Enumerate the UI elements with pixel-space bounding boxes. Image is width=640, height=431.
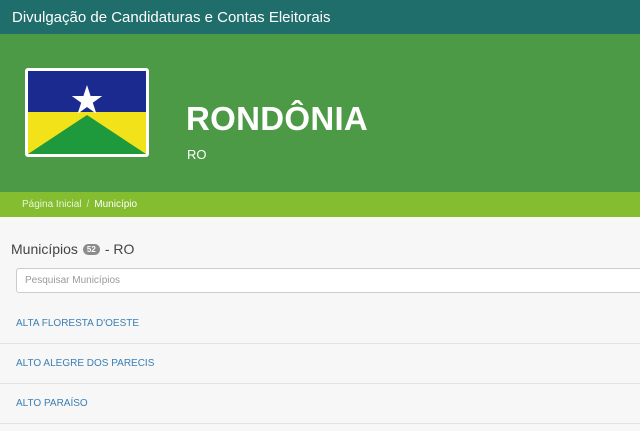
state-code: RO — [187, 147, 207, 162]
search-input[interactable] — [16, 268, 640, 293]
list-item[interactable]: ALTO ALEGRE DOS PARECIS — [0, 344, 640, 384]
municipios-title: Municípios — [11, 241, 78, 257]
rondonia-flag-icon — [28, 71, 146, 154]
breadcrumb-home-link[interactable]: Página Inicial — [22, 199, 81, 210]
top-bar: Divulgação de Candidaturas e Contas Elei… — [0, 0, 640, 34]
breadcrumb: Página Inicial / Município — [0, 192, 640, 217]
site-title[interactable]: Divulgação de Candidaturas e Contas Elei… — [12, 9, 331, 26]
flag-frame — [25, 68, 149, 157]
municipios-list: ALTA FLORESTA D'OESTE ALTO ALEGRE DOS PA… — [0, 304, 640, 424]
municipios-count-badge: 52 — [82, 243, 100, 255]
breadcrumb-current: Município — [94, 199, 138, 210]
breadcrumb-separator: / — [86, 199, 90, 210]
state-name: RONDÔNIA — [186, 100, 369, 137]
municipios-state-suffix: - RO — [104, 241, 135, 257]
main-content: Municípios 52 - RO ALTA FLORESTA D'OESTE… — [0, 217, 640, 431]
list-item[interactable]: ALTO PARAÍSO — [0, 384, 640, 424]
list-item[interactable]: ALTA FLORESTA D'OESTE — [0, 304, 640, 344]
municipios-heading: Municípios 52 - RO — [0, 217, 640, 259]
state-hero: RONDÔNIA RO — [0, 34, 640, 192]
